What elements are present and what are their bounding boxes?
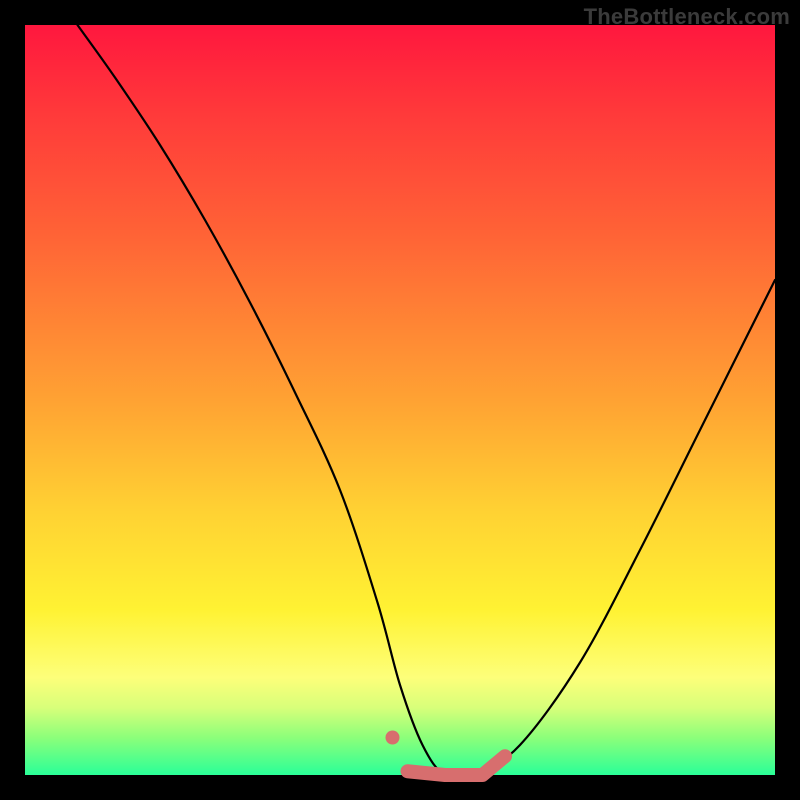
chart-background-gradient — [25, 25, 775, 775]
bottleneck-chart — [25, 25, 775, 775]
optimal-range-marker — [408, 756, 506, 775]
optimal-point-marker — [386, 731, 400, 745]
bottleneck-curve — [78, 25, 776, 779]
